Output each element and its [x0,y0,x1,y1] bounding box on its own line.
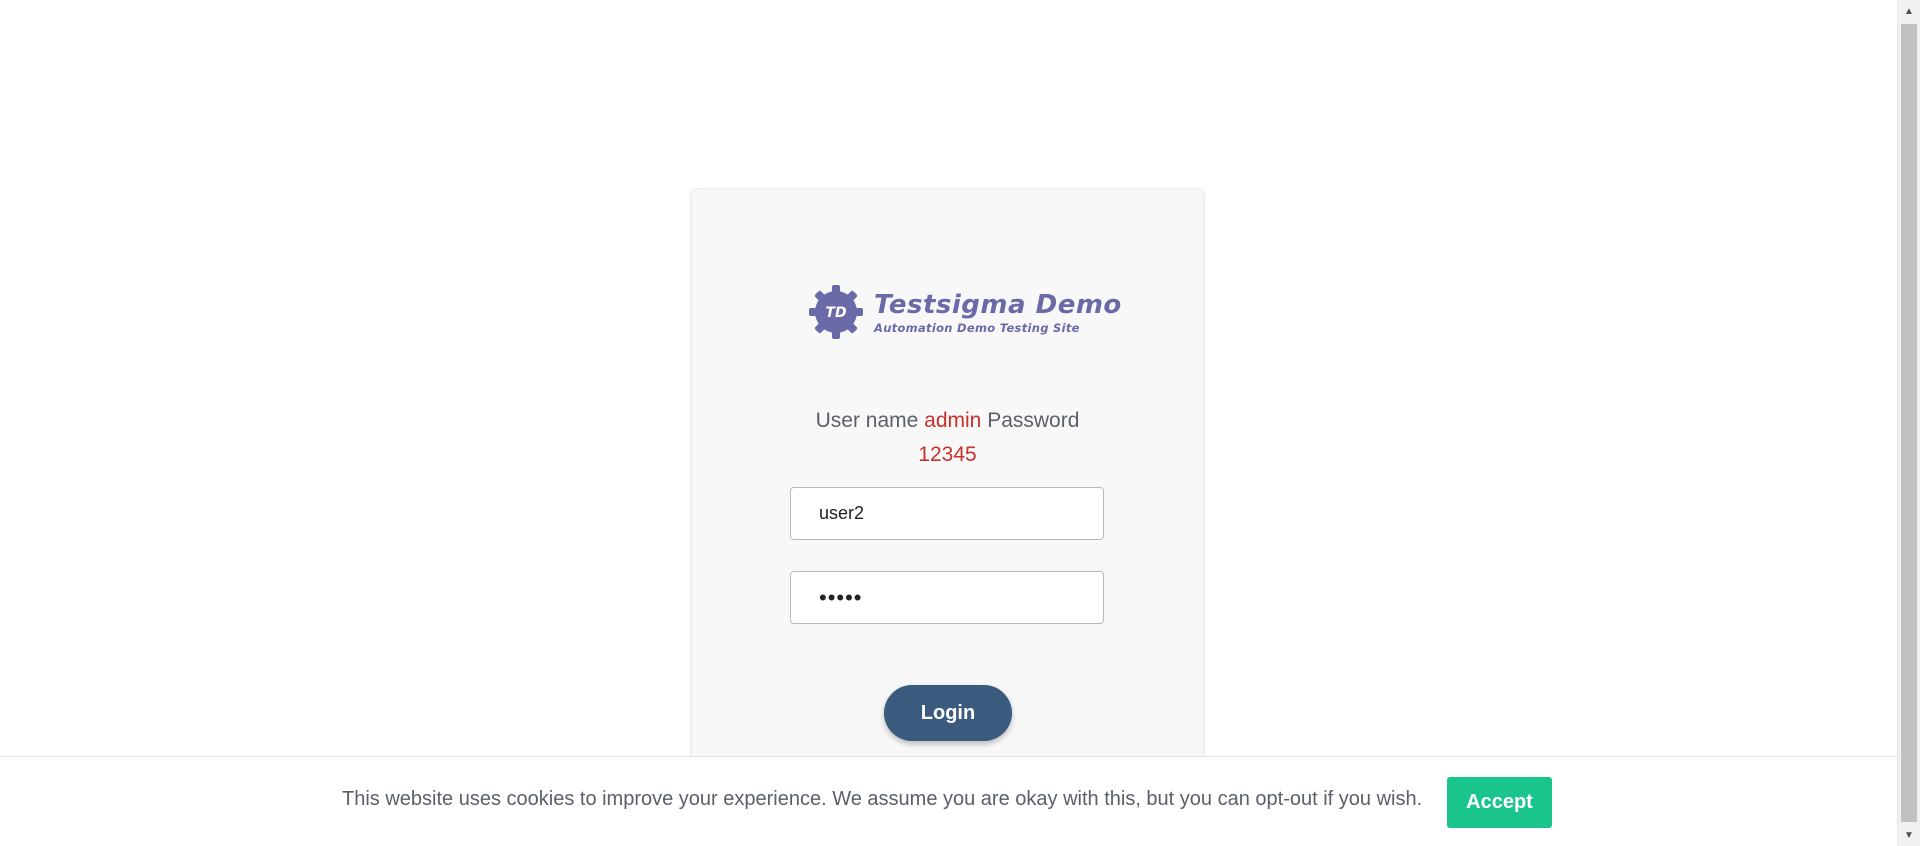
cookie-banner: This website uses cookies to improve you… [0,756,1897,846]
triangle-up-icon[interactable]: ▲ [1898,0,1920,22]
accept-cookies-button[interactable]: Accept [1447,777,1552,828]
page-viewport: TD Testsigma Demo Automation Demo Testin… [0,0,1897,846]
triangle-down-icon[interactable]: ▼ [1898,824,1920,846]
username-hint-value: admin [924,409,982,432]
logo-title: Testsigma Demo [874,289,1122,320]
logo-subtitle: Automation Demo Testing Site [874,320,1080,335]
scrollbar-thumb[interactable] [1901,24,1917,822]
logo-badge-text: TD [825,305,846,321]
username-input[interactable] [790,487,1104,540]
vertical-scrollbar[interactable]: ▲ ▼ [1897,0,1920,846]
credentials-hint: User name admin Password 12345 [692,404,1203,472]
cookie-message: This website uses cookies to improve you… [342,788,1423,810]
logo: TD Testsigma Demo Automation Demo Testin… [808,284,1122,340]
password-label: Password [987,409,1080,432]
password-input[interactable] [790,571,1104,624]
password-hint-value: 12345 [918,443,977,466]
logo-text: Testsigma Demo Automation Demo Testing S… [874,290,1122,335]
username-label: User name [815,409,919,432]
login-button[interactable]: Login [884,685,1012,741]
login-card: TD Testsigma Demo Automation Demo Testin… [692,190,1203,810]
gear-icon: TD [808,284,864,340]
